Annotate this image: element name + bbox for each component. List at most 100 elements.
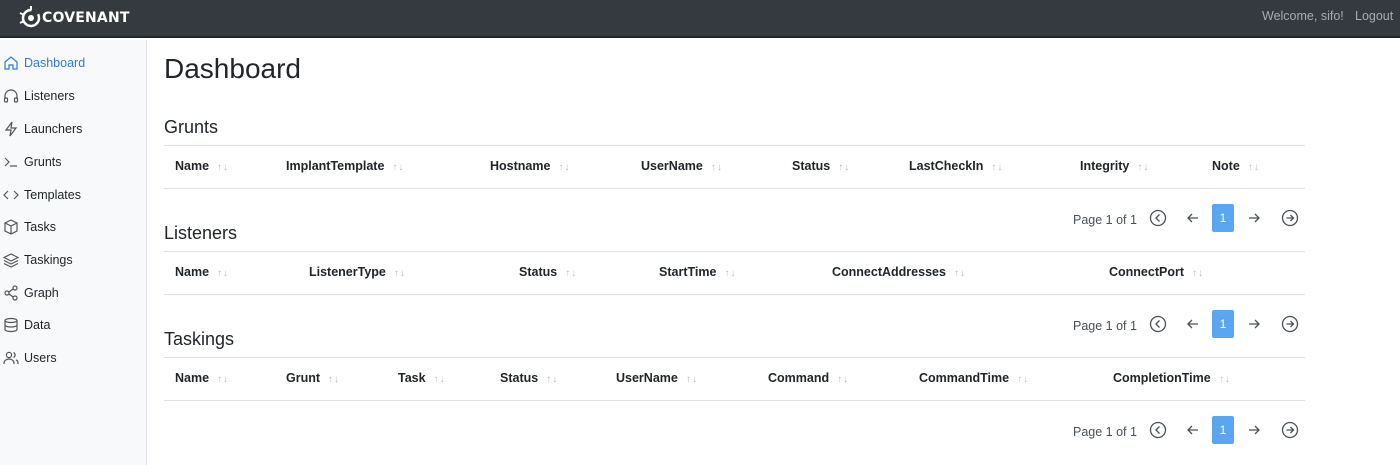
column-header-lastcheckin[interactable]: LastCheckIn ↑↓ — [909, 159, 1003, 173]
home-icon — [3, 55, 19, 71]
grunts-table: Name ↑↓ ImplantTemplate ↑↓ Hostname ↑↓ User… — [164, 145, 1305, 189]
terminal-icon — [3, 154, 19, 170]
prev-page-button[interactable] — [1183, 208, 1203, 228]
column-header-implanttemplate[interactable]: ImplantTemplate ↑↓ — [286, 159, 404, 173]
first-page-button[interactable] — [1148, 420, 1168, 440]
database-icon — [3, 317, 19, 333]
column-header-grunt[interactable]: Grunt ↑↓ — [286, 371, 340, 385]
listeners-pagination: Page 1 of 1 1 — [1066, 310, 1306, 338]
brand-name: COVENANT — [42, 10, 130, 26]
sort-icon: ↑↓ — [1017, 374, 1030, 385]
page-info: Page 1 of 1 — [1073, 319, 1137, 333]
sort-icon: ↑↓ — [724, 268, 737, 279]
column-header-connectaddresses[interactable]: ConnectAddresses ↑↓ — [832, 265, 966, 279]
last-page-button[interactable] — [1280, 208, 1300, 228]
column-header-commandtime[interactable]: CommandTime ↑↓ — [919, 371, 1029, 385]
sort-icon: ↑↓ — [392, 162, 405, 173]
arrow-left-icon — [1187, 425, 1198, 435]
current-page-button[interactable]: 1 — [1212, 416, 1234, 444]
current-page-button[interactable]: 1 — [1212, 204, 1234, 232]
first-page-icon — [1149, 209, 1167, 227]
column-header-status[interactable]: Status ↑↓ — [792, 159, 850, 173]
next-page-button[interactable] — [1244, 208, 1264, 228]
column-header-name[interactable]: Name ↑↓ — [175, 371, 229, 385]
sidebar-item-label: Templates — [24, 188, 81, 202]
sort-icon: ↑↓ — [953, 268, 966, 279]
sort-icon: ↑↓ — [433, 374, 446, 385]
sidebar-item-listeners[interactable]: Listeners — [0, 83, 146, 109]
column-header-connectport[interactable]: ConnectPort ↑↓ — [1109, 265, 1204, 279]
sidebar-item-label: Tasks — [24, 220, 56, 234]
column-header-integrity[interactable]: Integrity ↑↓ — [1080, 159, 1149, 173]
arrow-right-icon — [1249, 213, 1260, 223]
layers-icon — [3, 252, 19, 268]
sidebar-item-dashboard[interactable]: Dashboard — [0, 50, 146, 76]
page-title: Dashboard — [164, 53, 301, 84]
sidebar-item-label: Grunts — [24, 155, 62, 169]
sort-icon: ↑↓ — [328, 374, 341, 385]
last-page-button[interactable] — [1280, 420, 1300, 440]
sidebar-item-data[interactable]: Data — [0, 312, 146, 338]
page-info: Page 1 of 1 — [1073, 425, 1137, 439]
welcome-text: Welcome, sifo! — [1262, 9, 1344, 23]
share-icon — [3, 285, 19, 301]
sort-icon: ↑↓ — [991, 162, 1004, 173]
sidebar-item-taskings[interactable]: Taskings — [0, 247, 146, 273]
prev-page-button[interactable] — [1183, 314, 1203, 334]
taskings-pagination: Page 1 of 1 1 — [1066, 416, 1306, 444]
column-header-username[interactable]: UserName ↑↓ — [641, 159, 723, 173]
sort-icon: ↑↓ — [1192, 268, 1204, 279]
sidebar-item-grunts[interactable]: Grunts — [0, 149, 146, 175]
grunts-pagination: Page 1 of 1 1 — [1066, 204, 1306, 232]
column-header-status[interactable]: Status ↑↓ — [519, 265, 577, 279]
next-page-button[interactable] — [1244, 314, 1264, 334]
column-header-status[interactable]: Status ↑↓ — [500, 371, 558, 385]
sidebar-item-tasks[interactable]: Tasks — [0, 214, 146, 240]
column-header-hostname[interactable]: Hostname ↑↓ — [490, 159, 570, 173]
covenant-logo-icon — [19, 6, 41, 28]
column-header-note[interactable]: Note ↑↓ — [1212, 159, 1260, 173]
sidebar-item-label: Listeners — [24, 89, 75, 103]
section-title-taskings: Taskings — [164, 329, 235, 349]
column-header-name[interactable]: Name ↑↓ — [175, 159, 229, 173]
sort-icon: ↑↓ — [393, 268, 406, 279]
first-page-icon — [1149, 421, 1167, 439]
sidebar: Dashboard Listeners Launchers Grunts Tem… — [0, 40, 147, 465]
last-page-button[interactable] — [1280, 314, 1300, 334]
last-page-icon — [1281, 421, 1299, 439]
column-header-name[interactable]: Name ↑↓ — [175, 265, 229, 279]
sidebar-item-launchers[interactable]: Launchers — [0, 116, 146, 142]
sidebar-item-graph[interactable]: Graph — [0, 280, 146, 306]
code-icon — [3, 187, 19, 203]
last-page-icon — [1281, 209, 1299, 227]
column-header-command[interactable]: Command ↑↓ — [768, 371, 849, 385]
current-page-button[interactable]: 1 — [1212, 310, 1234, 338]
arrow-right-icon — [1249, 319, 1260, 329]
first-page-button[interactable] — [1148, 208, 1168, 228]
sort-icon: ↑↓ — [546, 374, 559, 385]
column-header-username[interactable]: UserName ↑↓ — [616, 371, 698, 385]
first-page-button[interactable] — [1148, 314, 1168, 334]
column-header-completiontime[interactable]: CompletionTime ↑↓ — [1113, 371, 1231, 385]
logout-link[interactable]: Logout — [1355, 9, 1393, 23]
listeners-table: Name ↑↓ ListenerType ↑↓ Status ↑↓ StartTime… — [164, 251, 1305, 295]
users-icon — [3, 350, 19, 366]
sort-icon: ↑↓ — [217, 162, 230, 173]
arrow-left-icon — [1187, 213, 1198, 223]
column-header-starttime[interactable]: StartTime ↑↓ — [659, 265, 736, 279]
page-info: Page 1 of 1 — [1073, 213, 1137, 227]
next-page-button[interactable] — [1244, 420, 1264, 440]
arrow-right-icon — [1249, 425, 1260, 435]
section-title-grunts: Grunts — [164, 117, 219, 137]
sort-icon: ↑↓ — [1137, 162, 1150, 173]
sort-icon: ↑↓ — [217, 268, 230, 279]
prev-page-button[interactable] — [1183, 420, 1203, 440]
sort-icon: ↑↓ — [710, 162, 723, 173]
sidebar-item-users[interactable]: Users — [0, 345, 146, 371]
brand-link[interactable]: COVENANT — [18, 4, 130, 32]
sort-icon: ↑↓ — [837, 374, 850, 385]
sort-icon: ↑↓ — [217, 374, 230, 385]
column-header-listenertype[interactable]: ListenerType ↑↓ — [309, 265, 406, 279]
sidebar-item-templates[interactable]: Templates — [0, 182, 146, 208]
column-header-task[interactable]: Task ↑↓ — [398, 371, 446, 385]
